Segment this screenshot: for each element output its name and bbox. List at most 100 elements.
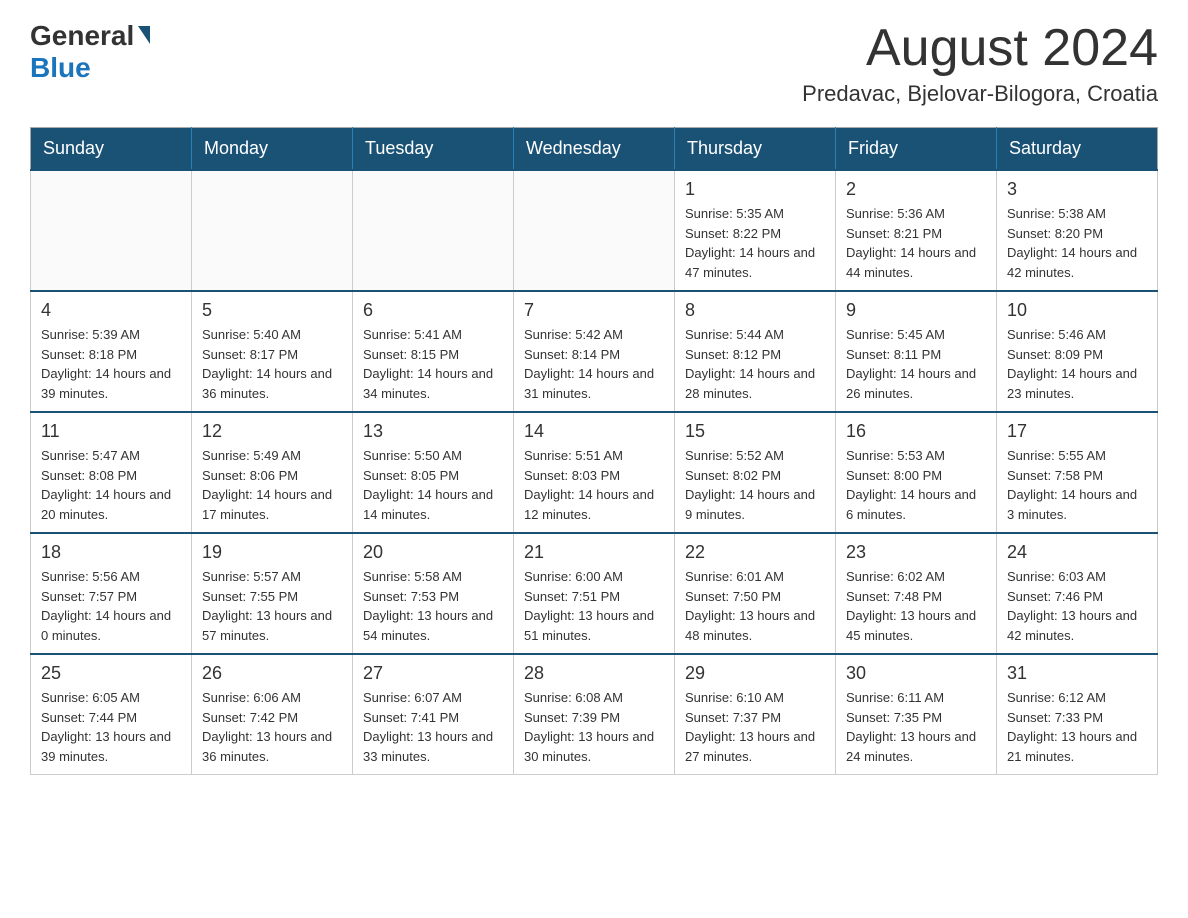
calendar-cell: 10 Sunrise: 5:46 AM Sunset: 8:09 PM Dayli…	[997, 291, 1158, 412]
month-title: August 2024	[802, 20, 1158, 77]
calendar-cell: 21 Sunrise: 6:00 AM Sunset: 7:51 PM Dayli…	[514, 533, 675, 654]
day-info: Sunrise: 6:00 AM Sunset: 7:51 PM Dayligh…	[524, 567, 664, 645]
day-info: Sunrise: 5:44 AM Sunset: 8:12 PM Dayligh…	[685, 325, 825, 403]
calendar-header-row: SundayMondayTuesdayWednesdayThursdayFrid…	[31, 128, 1158, 171]
day-info: Sunrise: 6:03 AM Sunset: 7:46 PM Dayligh…	[1007, 567, 1147, 645]
day-info: Sunrise: 5:47 AM Sunset: 8:08 PM Dayligh…	[41, 446, 181, 524]
calendar-cell	[31, 170, 192, 291]
calendar-cell	[514, 170, 675, 291]
day-number: 12	[202, 421, 342, 442]
day-number: 11	[41, 421, 181, 442]
location-text: Predavac, Bjelovar-Bilogora, Croatia	[802, 81, 1158, 107]
day-info: Sunrise: 6:07 AM Sunset: 7:41 PM Dayligh…	[363, 688, 503, 766]
day-of-week-thursday: Thursday	[675, 128, 836, 171]
day-number: 1	[685, 179, 825, 200]
calendar-week-row: 25Sunrise: 6:05 AM Sunset: 7:44 PM Dayli…	[31, 654, 1158, 775]
day-number: 14	[524, 421, 664, 442]
day-info: Sunrise: 5:45 AM Sunset: 8:11 PM Dayligh…	[846, 325, 986, 403]
calendar-cell: 5 Sunrise: 5:40 AM Sunset: 8:17 PM Daylig…	[192, 291, 353, 412]
calendar-cell: 25Sunrise: 6:05 AM Sunset: 7:44 PM Dayli…	[31, 654, 192, 775]
day-number: 5	[202, 300, 342, 321]
calendar-cell: 7 Sunrise: 5:42 AM Sunset: 8:14 PM Daylig…	[514, 291, 675, 412]
calendar-week-row: 11 Sunrise: 5:47 AM Sunset: 8:08 PM Dayli…	[31, 412, 1158, 533]
calendar-week-row: 1 Sunrise: 5:35 AM Sunset: 8:22 PM Daylig…	[31, 170, 1158, 291]
day-info: Sunrise: 5:51 AM Sunset: 8:03 PM Dayligh…	[524, 446, 664, 524]
page-header: General Blue August 2024 Predavac, Bjelo…	[30, 20, 1158, 107]
day-info: Sunrise: 5:42 AM Sunset: 8:14 PM Dayligh…	[524, 325, 664, 403]
day-number: 28	[524, 663, 664, 684]
day-info: Sunrise: 5:40 AM Sunset: 8:17 PM Dayligh…	[202, 325, 342, 403]
calendar-cell: 3 Sunrise: 5:38 AM Sunset: 8:20 PM Daylig…	[997, 170, 1158, 291]
day-number: 2	[846, 179, 986, 200]
calendar-cell: 14 Sunrise: 5:51 AM Sunset: 8:03 PM Dayli…	[514, 412, 675, 533]
day-number: 13	[363, 421, 503, 442]
day-info: Sunrise: 6:10 AM Sunset: 7:37 PM Dayligh…	[685, 688, 825, 766]
day-info: Sunrise: 5:49 AM Sunset: 8:06 PM Dayligh…	[202, 446, 342, 524]
day-number: 10	[1007, 300, 1147, 321]
calendar-cell: 15Sunrise: 5:52 AM Sunset: 8:02 PM Dayli…	[675, 412, 836, 533]
calendar-cell: 20 Sunrise: 5:58 AM Sunset: 7:53 PM Dayli…	[353, 533, 514, 654]
calendar-cell: 19 Sunrise: 5:57 AM Sunset: 7:55 PM Dayli…	[192, 533, 353, 654]
day-number: 26	[202, 663, 342, 684]
day-info: Sunrise: 5:46 AM Sunset: 8:09 PM Dayligh…	[1007, 325, 1147, 403]
day-info: Sunrise: 6:11 AM Sunset: 7:35 PM Dayligh…	[846, 688, 986, 766]
day-info: Sunrise: 5:50 AM Sunset: 8:05 PM Dayligh…	[363, 446, 503, 524]
calendar-cell: 6 Sunrise: 5:41 AM Sunset: 8:15 PM Daylig…	[353, 291, 514, 412]
day-info: Sunrise: 5:53 AM Sunset: 8:00 PM Dayligh…	[846, 446, 986, 524]
day-of-week-monday: Monday	[192, 128, 353, 171]
day-info: Sunrise: 5:57 AM Sunset: 7:55 PM Dayligh…	[202, 567, 342, 645]
day-of-week-tuesday: Tuesday	[353, 128, 514, 171]
day-number: 20	[363, 542, 503, 563]
calendar-cell: 12 Sunrise: 5:49 AM Sunset: 8:06 PM Dayli…	[192, 412, 353, 533]
calendar-cell: 23 Sunrise: 6:02 AM Sunset: 7:48 PM Dayli…	[836, 533, 997, 654]
day-number: 31	[1007, 663, 1147, 684]
day-info: Sunrise: 5:55 AM Sunset: 7:58 PM Dayligh…	[1007, 446, 1147, 524]
title-section: August 2024 Predavac, Bjelovar-Bilogora,…	[802, 20, 1158, 107]
calendar-cell: 13 Sunrise: 5:50 AM Sunset: 8:05 PM Dayli…	[353, 412, 514, 533]
logo-blue-text: Blue	[30, 52, 91, 84]
day-info: Sunrise: 5:58 AM Sunset: 7:53 PM Dayligh…	[363, 567, 503, 645]
day-info: Sunrise: 5:36 AM Sunset: 8:21 PM Dayligh…	[846, 204, 986, 282]
calendar-cell	[353, 170, 514, 291]
calendar-cell: 8Sunrise: 5:44 AM Sunset: 8:12 PM Daylig…	[675, 291, 836, 412]
calendar-cell: 17 Sunrise: 5:55 AM Sunset: 7:58 PM Dayli…	[997, 412, 1158, 533]
day-info: Sunrise: 6:02 AM Sunset: 7:48 PM Dayligh…	[846, 567, 986, 645]
day-info: Sunrise: 6:01 AM Sunset: 7:50 PM Dayligh…	[685, 567, 825, 645]
calendar-cell: 31 Sunrise: 6:12 AM Sunset: 7:33 PM Dayli…	[997, 654, 1158, 775]
calendar-cell: 27Sunrise: 6:07 AM Sunset: 7:41 PM Dayli…	[353, 654, 514, 775]
logo-arrow-icon	[138, 26, 150, 44]
calendar-cell	[192, 170, 353, 291]
day-of-week-saturday: Saturday	[997, 128, 1158, 171]
day-info: Sunrise: 6:06 AM Sunset: 7:42 PM Dayligh…	[202, 688, 342, 766]
calendar-cell: 29Sunrise: 6:10 AM Sunset: 7:37 PM Dayli…	[675, 654, 836, 775]
day-number: 3	[1007, 179, 1147, 200]
logo: General Blue	[30, 20, 150, 84]
day-info: Sunrise: 5:52 AM Sunset: 8:02 PM Dayligh…	[685, 446, 825, 524]
day-info: Sunrise: 6:05 AM Sunset: 7:44 PM Dayligh…	[41, 688, 181, 766]
day-number: 7	[524, 300, 664, 321]
calendar-table: SundayMondayTuesdayWednesdayThursdayFrid…	[30, 127, 1158, 775]
day-info: Sunrise: 5:39 AM Sunset: 8:18 PM Dayligh…	[41, 325, 181, 403]
day-number: 21	[524, 542, 664, 563]
day-info: Sunrise: 5:38 AM Sunset: 8:20 PM Dayligh…	[1007, 204, 1147, 282]
calendar-week-row: 4Sunrise: 5:39 AM Sunset: 8:18 PM Daylig…	[31, 291, 1158, 412]
day-number: 24	[1007, 542, 1147, 563]
day-info: Sunrise: 5:35 AM Sunset: 8:22 PM Dayligh…	[685, 204, 825, 282]
calendar-cell: 26 Sunrise: 6:06 AM Sunset: 7:42 PM Dayli…	[192, 654, 353, 775]
calendar-cell: 2 Sunrise: 5:36 AM Sunset: 8:21 PM Daylig…	[836, 170, 997, 291]
calendar-week-row: 18Sunrise: 5:56 AM Sunset: 7:57 PM Dayli…	[31, 533, 1158, 654]
calendar-cell: 30Sunrise: 6:11 AM Sunset: 7:35 PM Dayli…	[836, 654, 997, 775]
logo-general-text: General	[30, 20, 134, 52]
calendar-cell: 16Sunrise: 5:53 AM Sunset: 8:00 PM Dayli…	[836, 412, 997, 533]
day-number: 23	[846, 542, 986, 563]
calendar-cell: 24 Sunrise: 6:03 AM Sunset: 7:46 PM Dayli…	[997, 533, 1158, 654]
day-info: Sunrise: 5:41 AM Sunset: 8:15 PM Dayligh…	[363, 325, 503, 403]
day-number: 17	[1007, 421, 1147, 442]
day-number: 6	[363, 300, 503, 321]
day-number: 19	[202, 542, 342, 563]
day-info: Sunrise: 6:12 AM Sunset: 7:33 PM Dayligh…	[1007, 688, 1147, 766]
calendar-cell: 4Sunrise: 5:39 AM Sunset: 8:18 PM Daylig…	[31, 291, 192, 412]
calendar-cell: 1 Sunrise: 5:35 AM Sunset: 8:22 PM Daylig…	[675, 170, 836, 291]
day-of-week-wednesday: Wednesday	[514, 128, 675, 171]
day-number: 22	[685, 542, 825, 563]
